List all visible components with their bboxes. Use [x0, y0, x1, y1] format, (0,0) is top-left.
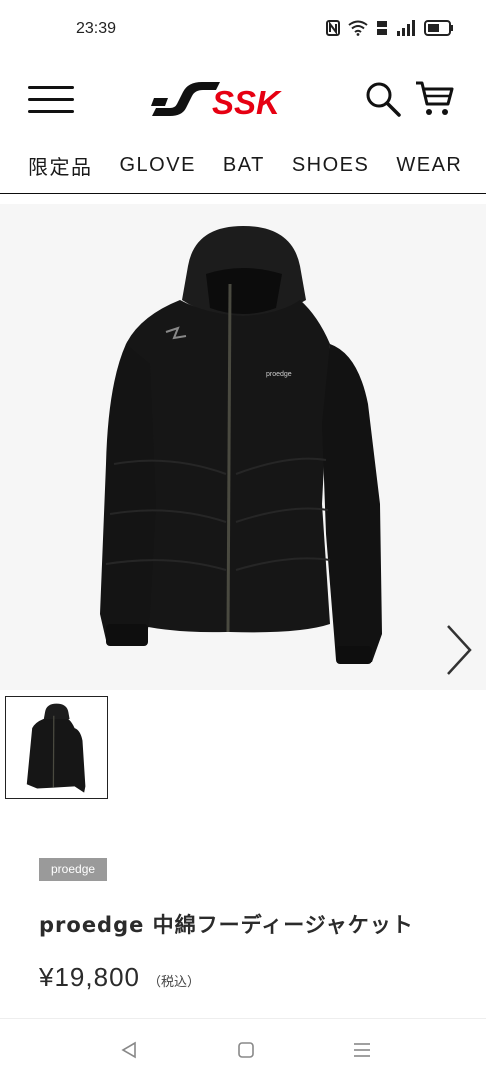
home-icon[interactable] [237, 1041, 255, 1059]
nfc-icon [326, 20, 340, 36]
system-nav-bar [0, 1018, 486, 1080]
category-glove[interactable]: GLOVE [120, 154, 196, 177]
product-price: ¥19,800 （税込） [39, 962, 200, 993]
tax-note: （税込） [147, 975, 200, 990]
signal-icon [397, 20, 415, 36]
product-gallery[interactable]: proedge [0, 204, 486, 690]
thumbnail-image [6, 697, 107, 798]
thumbnail-strip [5, 696, 108, 799]
recents-icon[interactable] [353, 1041, 371, 1059]
status-bar: 23:39 [0, 0, 486, 62]
category-limited[interactable]: 限定品 [28, 151, 93, 180]
nav-divider [0, 193, 486, 194]
cart-icon[interactable] [414, 78, 454, 118]
back-icon[interactable] [120, 1041, 138, 1059]
logo-text: SSK [212, 84, 282, 121]
category-wear[interactable]: WEAR [396, 154, 462, 177]
status-time: 23:39 [76, 20, 117, 37]
brand-badge[interactable]: proedge [39, 858, 108, 881]
ssk-logo[interactable]: SSK [148, 76, 314, 126]
menu-icon[interactable] [28, 86, 74, 116]
category-nav: 限定品 GLOVE BAT SHOES WEAR [0, 140, 486, 194]
ssk-logo-mark: SSK [151, 82, 282, 121]
product-title: proedge 中綿フーディージャケット [39, 913, 414, 937]
search-icon[interactable] [364, 80, 402, 118]
product-image[interactable]: proedge [0, 204, 486, 690]
thumbnail-item[interactable] [5, 696, 108, 799]
site-header: SSK [0, 62, 486, 140]
battery-icon [424, 20, 453, 36]
volte-icon [377, 21, 387, 35]
category-shoes[interactable]: SHOES [292, 154, 370, 177]
price-amount: ¥19,800 [39, 962, 140, 992]
chevron-right-icon[interactable] [440, 622, 476, 678]
wifi-icon [348, 20, 368, 36]
category-bat[interactable]: BAT [223, 154, 265, 177]
jacket-print: proedge [266, 371, 292, 378]
